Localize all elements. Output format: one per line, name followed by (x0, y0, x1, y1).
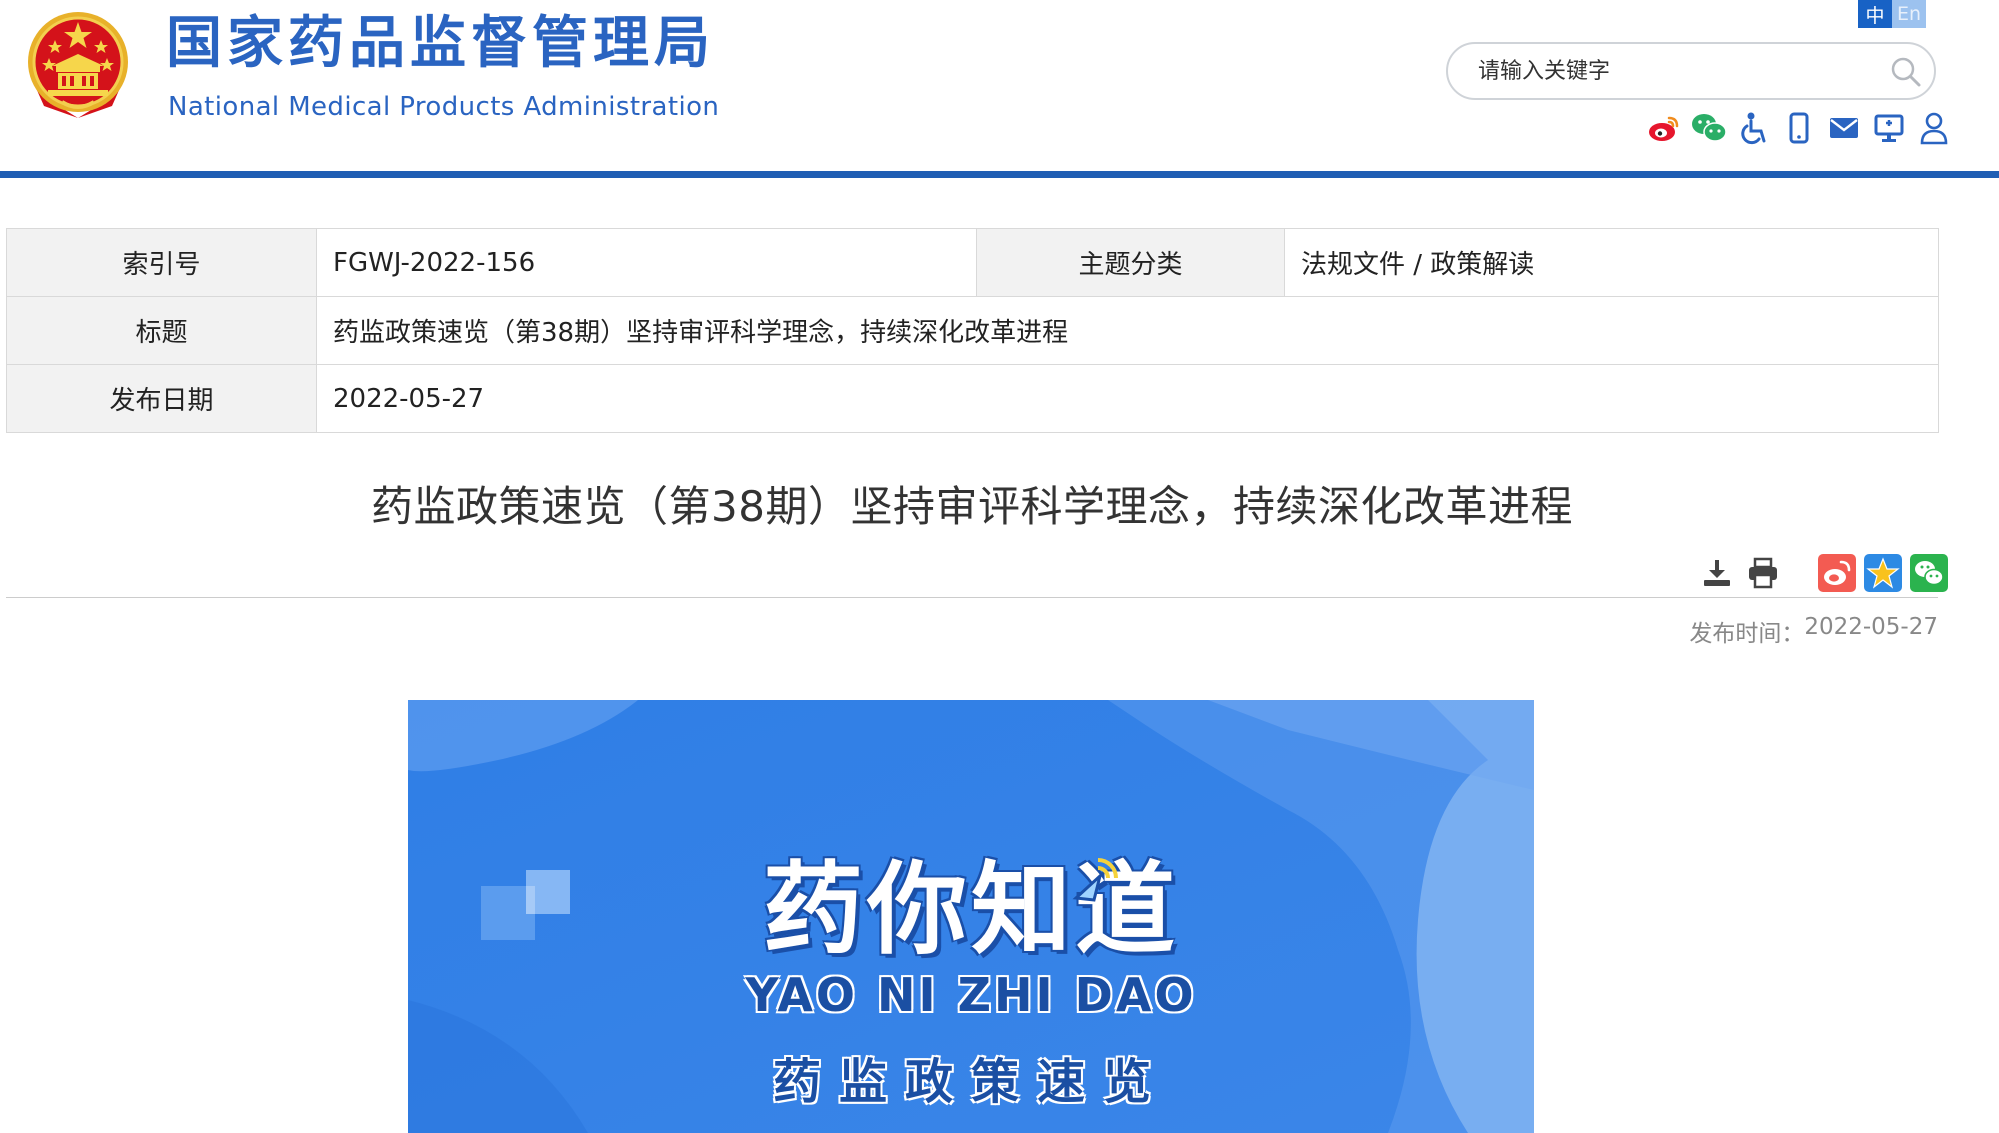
article-banner-image: 药你知道 YAO NI ZHI DAO 药监政策速览 (408, 700, 1534, 1133)
article-actions (1698, 554, 1948, 592)
screen-reader-icon[interactable] (1871, 110, 1907, 146)
national-emblem-icon[interactable] (22, 6, 134, 124)
signal-arrow-icon (1072, 858, 1118, 902)
table-row: 发布日期 2022-05-27 (6, 364, 1939, 433)
site-title[interactable]: 国家药品监督管理局 (166, 16, 715, 72)
table-row: 索引号 FGWJ-2022-156 主题分类 法规文件 / 政策解读 (6, 228, 1939, 297)
language-switch: 中 En (1858, 0, 1926, 28)
site-header: 国家药品监督管理局 National Medical Products Admi… (0, 0, 1999, 172)
header-divider (0, 171, 1999, 178)
site-subtitle[interactable]: National Medical Products Administration (168, 92, 719, 122)
title-divider (6, 597, 1938, 598)
index-number-label: 索引号 (6, 228, 317, 297)
title-label: 标题 (6, 296, 317, 365)
table-row: 标题 药监政策速览（第38期）坚持审评科学理念，持续深化改革进程 (6, 296, 1939, 365)
search-icon[interactable] (1888, 54, 1924, 90)
banner-brand-pinyin: YAO NI ZHI DAO (745, 968, 1197, 1022)
index-number-value: FGWJ-2022-156 (316, 228, 977, 297)
weibo-share-icon[interactable] (1818, 554, 1856, 592)
favorite-icon[interactable] (1864, 554, 1902, 592)
search-box (1446, 42, 1936, 100)
publish-time-value: 2022-05-27 (1804, 614, 1938, 640)
wechat-icon[interactable] (1691, 110, 1727, 146)
print-icon[interactable] (1744, 554, 1782, 592)
publish-time: 发布时间： 2022-05-27 (1689, 614, 1938, 648)
header-tool-icons (1646, 110, 1952, 146)
wechat-share-icon[interactable] (1910, 554, 1948, 592)
article-metadata-table: 索引号 FGWJ-2022-156 主题分类 法规文件 / 政策解读 标题 药监… (6, 228, 1939, 433)
publish-date-value: 2022-05-27 (316, 364, 1939, 433)
download-icon[interactable] (1698, 554, 1736, 592)
search-input[interactable] (1478, 55, 1858, 87)
lang-english-button[interactable]: En (1892, 0, 1926, 28)
publish-date-label: 发布日期 (6, 364, 317, 433)
accessibility-icon[interactable] (1736, 110, 1772, 146)
lang-chinese-button[interactable]: 中 (1858, 0, 1892, 28)
category-label: 主题分类 (976, 228, 1285, 297)
banner-column-name: 药监政策速览 (772, 1054, 1169, 1110)
title-value: 药监政策速览（第38期）坚持审评科学理念，持续深化改革进程 (316, 296, 1939, 365)
weibo-icon[interactable] (1646, 110, 1682, 146)
publish-time-label: 发布时间： (1689, 621, 1805, 647)
category-value: 法规文件 / 政策解读 (1284, 228, 1939, 297)
banner-brand-title: 药你知道 (763, 851, 1179, 968)
user-icon[interactable] (1916, 110, 1952, 146)
article-title: 药监政策速览（第38期）坚持审评科学理念，持续深化改革进程 (371, 482, 1573, 531)
mail-icon[interactable] (1826, 110, 1862, 146)
mobile-icon[interactable] (1781, 110, 1817, 146)
